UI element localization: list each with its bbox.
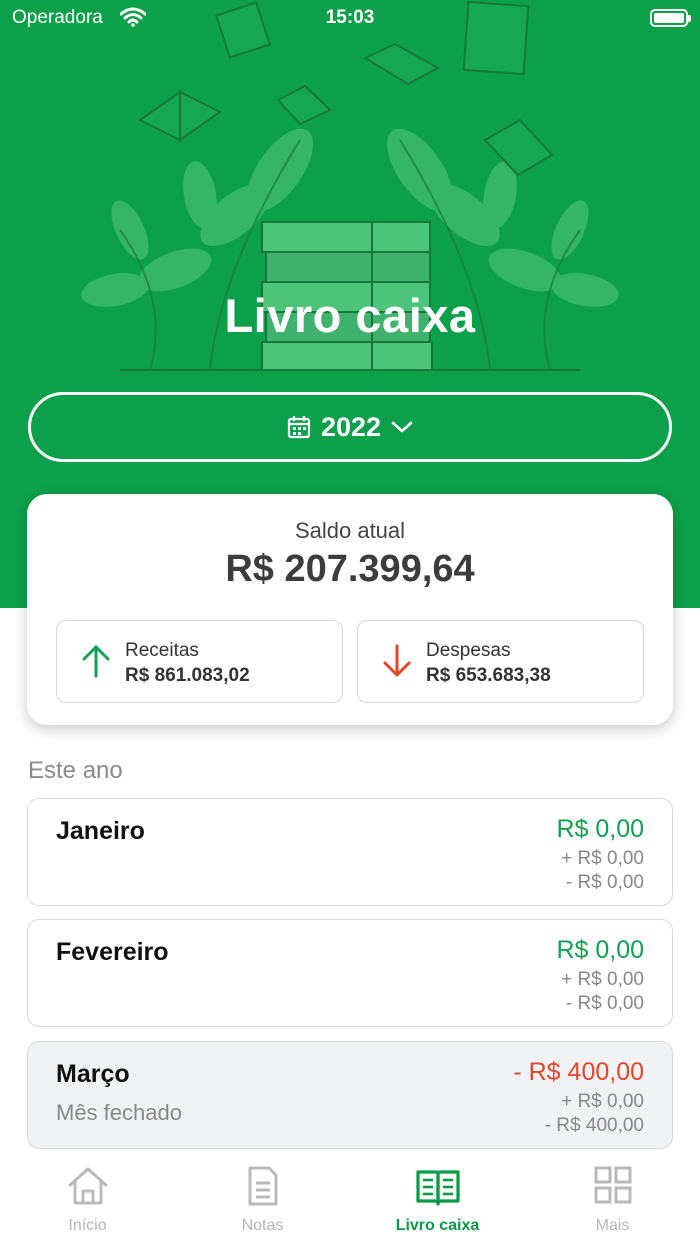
month-total: R$ 0,00 — [556, 815, 644, 843]
balance-label: Saldo atual — [294, 518, 406, 543]
month-status: Mês fechado — [56, 1100, 182, 1125]
receitas-label: Receitas — [125, 640, 199, 661]
despesas-value: R$ 653.683,38 — [426, 665, 551, 686]
arrow-down-icon — [383, 644, 411, 677]
status-bar: Operadora 15:03 — [0, 0, 700, 36]
document-icon — [248, 1166, 278, 1206]
tab-livro-caixa[interactable]: Livro caixa — [350, 1152, 525, 1244]
tab-label: Livro caixa — [395, 1217, 480, 1234]
arrow-up-icon — [82, 645, 110, 678]
receitas-value: R$ 861.083,02 — [125, 665, 250, 686]
year-value: 2022 — [320, 411, 382, 442]
receitas-summary[interactable]: Receitas R$ 861.083,02 — [56, 620, 343, 703]
tab-mais[interactable]: Mais — [525, 1152, 700, 1244]
month-total: R$ 0,00 — [556, 936, 644, 964]
tab-label: Notas — [241, 1217, 284, 1234]
year-selector-button[interactable]: 2022 — [28, 392, 672, 462]
month-income: + R$ 0,00 — [561, 848, 644, 869]
month-expense: - R$ 0,00 — [565, 872, 644, 893]
month-income: + R$ 0,00 — [561, 969, 644, 990]
month-expense: - R$ 0,00 — [565, 993, 644, 1014]
tab-label: Mais — [595, 1217, 630, 1234]
balance-value: R$ 207.399,64 — [225, 548, 475, 590]
despesas-summary[interactable]: Despesas R$ 653.683,38 — [357, 620, 644, 703]
grid-icon — [594, 1166, 632, 1204]
month-name: Março — [56, 1060, 130, 1088]
despesas-label: Despesas — [426, 640, 511, 661]
section-title: Este ano — [28, 757, 123, 784]
tab-notas[interactable]: Notas — [175, 1152, 350, 1244]
clock: 15:03 — [325, 7, 375, 28]
tab-bar: Início Notas Livro caixa Mais — [0, 1152, 700, 1244]
battery-icon — [650, 9, 691, 27]
month-card-fevereiro[interactable]: Fevereiro R$ 0,00 + R$ 0,00 - R$ 0,00 — [27, 919, 673, 1027]
home-icon — [68, 1167, 108, 1205]
tab-inicio[interactable]: Início — [0, 1152, 175, 1244]
month-expense: - R$ 400,00 — [544, 1115, 644, 1136]
month-card-janeiro[interactable]: Janeiro R$ 0,00 + R$ 0,00 - R$ 0,00 — [27, 798, 673, 906]
calendar-icon — [287, 416, 311, 439]
balance-card: Saldo atual R$ 207.399,64 Receitas R$ 86… — [27, 494, 673, 725]
month-card-marco[interactable]: Março Mês fechado - R$ 400,00 + R$ 0,00 … — [27, 1041, 673, 1149]
month-name: Janeiro — [56, 817, 145, 845]
month-income: + R$ 0,00 — [561, 1091, 644, 1112]
tab-label: Início — [68, 1217, 107, 1234]
month-name: Fevereiro — [56, 938, 169, 966]
chevron-down-icon — [391, 421, 413, 433]
page-title: Livro caixa — [224, 289, 476, 342]
month-total: - R$ 400,00 — [513, 1058, 644, 1086]
open-book-icon — [416, 1170, 460, 1206]
